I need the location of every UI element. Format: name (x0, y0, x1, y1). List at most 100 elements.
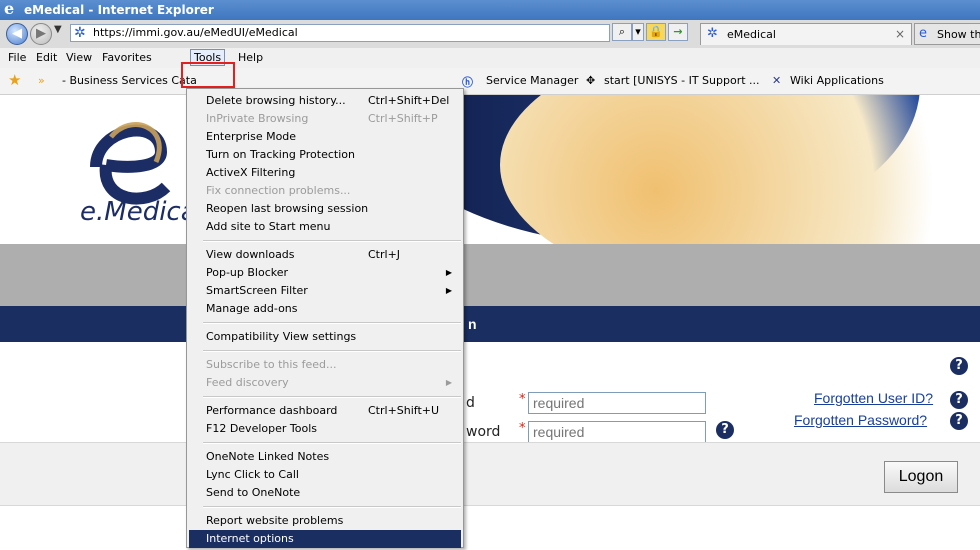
help-icon[interactable]: ? (950, 357, 968, 375)
menu-item-feed-discovery: Feed discovery ▶ (206, 374, 456, 392)
menu-favorites[interactable]: Favorites (102, 51, 152, 64)
menu-item-label: Turn on Tracking Protection (206, 148, 355, 161)
lock-icon[interactable]: 🔒 (646, 23, 666, 41)
menu-item-subscribe-to-this-feed: Subscribe to this feed... (206, 356, 456, 374)
password-input[interactable] (528, 421, 706, 443)
forward-button[interactable]: ▶ (30, 23, 52, 45)
menu-item-label: View downloads (206, 248, 295, 261)
menu-item-label: Pop-up Blocker (206, 266, 289, 279)
logon-button[interactable]: Logon (884, 461, 958, 493)
menu-item-label: Delete browsing history... (206, 94, 346, 107)
menu-item-internet-options[interactable]: Internet options (189, 530, 461, 548)
menu-item-view-downloads[interactable]: View downloads Ctrl+J (206, 246, 456, 264)
go-arrow-icon[interactable]: → (668, 23, 688, 41)
menu-item-pop-up-blocker[interactable]: Pop-up Blocker ▶ (206, 264, 456, 282)
menu-item-enterprise-mode[interactable]: Enterprise Mode (206, 128, 456, 146)
tools-dropdown-menu: Delete browsing history... Ctrl+Shift+Del… (186, 88, 464, 548)
window-title-bar: e eMedical - Internet Explorer (0, 0, 980, 20)
menu-item-label: Add site to Start menu (206, 220, 331, 233)
menu-view[interactable]: View (66, 51, 92, 64)
tab-close-icon[interactable]: × (895, 27, 905, 41)
help-icon[interactable]: ? (950, 391, 968, 409)
menu-item-f12-developer-tools[interactable]: F12 Developer Tools (206, 420, 456, 438)
menu-item-label: Lync Click to Call (206, 468, 299, 481)
menu-item-turn-on-tracking-protection[interactable]: Turn on Tracking Protection (206, 146, 456, 164)
ie-logo-icon: e (4, 0, 15, 18)
menu-item-label: ActiveX Filtering (206, 166, 296, 179)
tools-highlight-box (181, 62, 235, 88)
menu-item-send-to-onenote[interactable]: Send to OneNote (206, 484, 456, 502)
menu-item-manage-add-ons[interactable]: Manage add-ons (206, 300, 456, 318)
menu-separator (203, 442, 461, 444)
user-id-input[interactable] (528, 392, 706, 414)
search-icon[interactable]: ⌕ (612, 23, 632, 41)
menu-item-label: Feed discovery (206, 376, 289, 389)
favorite-link[interactable]: Service Manager (486, 74, 578, 87)
menu-item-shortcut: Ctrl+J (368, 248, 401, 261)
menu-bar: File Edit View Favorites Tools Help (0, 48, 980, 68)
history-dropdown-icon[interactable]: ▼ (54, 24, 62, 35)
menu-item-label: Reopen last browsing session (206, 202, 369, 215)
menu-item-smartscreen-filter[interactable]: SmartScreen Filter ▶ (206, 282, 456, 300)
menu-edit[interactable]: Edit (36, 51, 57, 64)
favorite-link[interactable]: - Business Services Cata (62, 74, 197, 87)
required-marker: * (519, 421, 526, 436)
menu-item-label: OneNote Linked Notes (206, 450, 330, 463)
ie-tab-icon: e (919, 26, 927, 41)
menu-item-add-site-to-start-menu[interactable]: Add site to Start menu (206, 218, 456, 236)
favorites-star-icon[interactable]: ★ (8, 71, 21, 89)
add-favorite-icon[interactable]: » (38, 74, 45, 87)
address-dropdown-icon[interactable]: ▾ (632, 23, 644, 41)
menu-item-label: InPrivate Browsing (206, 112, 309, 125)
tab-label: Show th (937, 28, 980, 41)
tab-second[interactable]: e Show th (914, 23, 980, 45)
site-banner: e.Medical (0, 95, 980, 244)
forgotten-user-id-link[interactable]: Forgotten User ID? (814, 390, 933, 406)
menu-separator (203, 322, 461, 324)
submenu-arrow-icon: ▶ (445, 268, 452, 277)
favorite-link[interactable]: start [UNISYS - IT Support ... (604, 74, 760, 87)
address-bar[interactable]: ✲ https://immi.gov.au/eMedUI/eMedical (70, 24, 610, 42)
back-button[interactable]: ◀ (6, 23, 28, 45)
tab-emedical[interactable]: ✲ eMedical × (700, 23, 912, 45)
help-icon[interactable]: ? (716, 421, 734, 439)
menu-item-label: Compatibility View settings (206, 330, 357, 343)
submenu-arrow-icon: ▶ (445, 286, 452, 295)
menu-item-compatibility-view-settings[interactable]: Compatibility View settings (206, 328, 456, 346)
menu-file[interactable]: File (8, 51, 26, 64)
menu-item-label: Send to OneNote (206, 486, 301, 499)
menu-item-label: Fix connection problems... (206, 184, 351, 197)
menu-separator (203, 240, 461, 242)
password-label: word (466, 424, 501, 440)
menu-item-onenote-linked-notes[interactable]: OneNote Linked Notes (206, 448, 456, 466)
window-title: eMedical - Internet Explorer (24, 3, 214, 17)
address-toolbar: ◀ ▶ ▼ ✲ https://immi.gov.au/eMedUI/eMedi… (0, 20, 980, 49)
menu-item-shortcut: Ctrl+Shift+U (368, 404, 440, 417)
menu-item-label: Internet options (206, 532, 294, 545)
menu-item-label: Enterprise Mode (206, 130, 297, 143)
menu-item-shortcut: Ctrl+Shift+Del (368, 94, 450, 107)
menu-item-label: Manage add-ons (206, 302, 298, 315)
menu-item-delete-browsing-history[interactable]: Delete browsing history... Ctrl+Shift+Del (206, 92, 456, 110)
section-header-text: n (468, 316, 477, 332)
menu-item-label: SmartScreen Filter (206, 284, 308, 297)
forgotten-password-link[interactable]: Forgotten Password? (794, 412, 927, 428)
wiki-icon: ✕ (772, 74, 782, 87)
menu-item-reopen-last-browsing-session[interactable]: Reopen last browsing session (206, 200, 456, 218)
menu-item-label: Report website problems (206, 514, 344, 527)
menu-item-activex-filtering[interactable]: ActiveX Filtering (206, 164, 456, 182)
menu-help[interactable]: Help (238, 51, 263, 64)
menu-item-lync-click-to-call[interactable]: Lync Click to Call (206, 466, 456, 484)
menu-separator (203, 350, 461, 352)
help-icon[interactable]: ? (950, 412, 968, 430)
menu-item-label: Subscribe to this feed... (206, 358, 337, 371)
address-url[interactable]: https://immi.gov.au/eMedUI/eMedical (93, 26, 298, 39)
favorite-link[interactable]: Wiki Applications (790, 74, 884, 87)
required-marker: * (519, 392, 526, 407)
login-panel: ? d * Forgotten User ID? ? word * ? Forg… (0, 342, 980, 550)
menu-item-performance-dashboard[interactable]: Performance dashboard Ctrl+Shift+U (206, 402, 456, 420)
action-bar (0, 442, 980, 506)
favorite-site-icon: ✥ (586, 74, 596, 87)
menu-item-report-website-problems[interactable]: Report website problems (206, 512, 456, 530)
menu-separator (203, 506, 461, 508)
